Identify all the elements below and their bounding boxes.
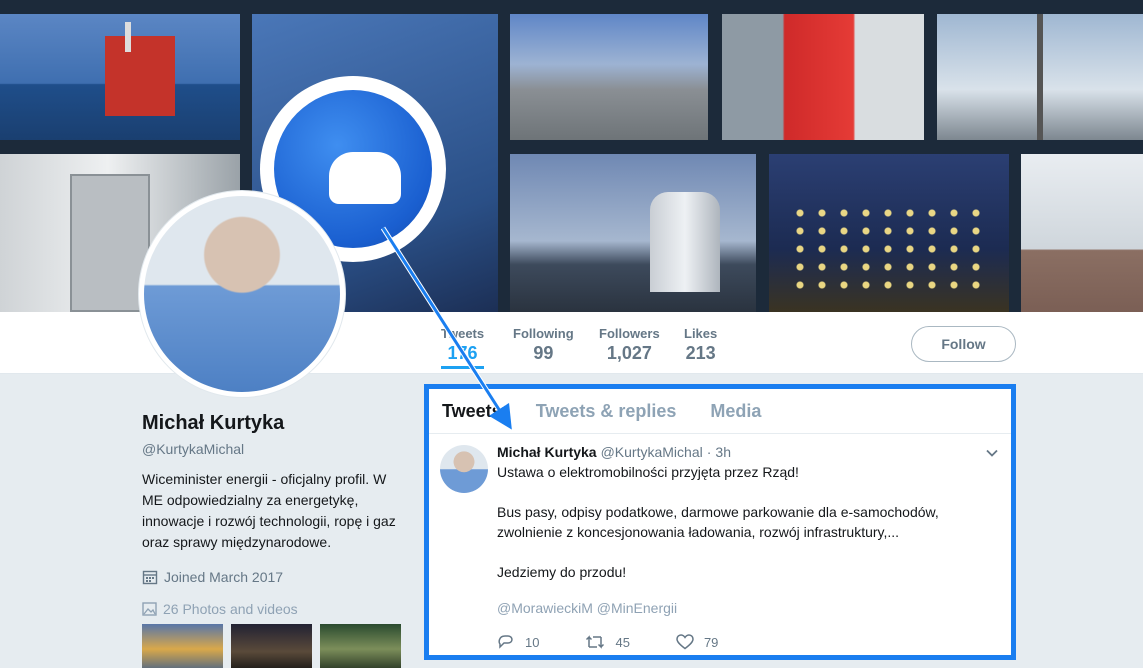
photo-thumbnail[interactable] [320, 624, 401, 668]
tweet-line: Ustawa o elektromobilności przyjęta prze… [497, 464, 799, 480]
header-photo-oil-rig [0, 14, 240, 140]
photo-thumbnail[interactable] [231, 624, 312, 668]
stat-followers[interactable]: Followers 1,027 [599, 326, 660, 364]
stat-value: 176 [447, 343, 478, 363]
joined-date: Joined March 2017 [142, 569, 412, 585]
profile-handle[interactable]: @KurtykaMichal [142, 441, 412, 457]
calendar-icon [142, 570, 158, 585]
tweet-line: Jedziemy do przodu! [497, 564, 627, 580]
stat-label: Followers [599, 326, 660, 341]
header-photo-power-plant [510, 154, 756, 312]
follow-button[interactable]: Follow [911, 326, 1016, 362]
header-photo-refinery [510, 14, 708, 140]
tweet-timestamp[interactable]: 3h [715, 444, 731, 460]
tweet-actions: 10 45 79 [497, 634, 1011, 650]
photo-icon [142, 602, 157, 616]
header-photo-pipeline [1021, 154, 1143, 312]
heart-icon [676, 634, 694, 650]
like-button[interactable]: 79 [676, 634, 718, 650]
tweet-avatar[interactable] [440, 445, 488, 493]
tweet-text: Ustawa o elektromobilności przyjęta prze… [497, 462, 1007, 582]
profile-card: Michał Kurtyka @KurtykaMichal Wiceminist… [142, 412, 412, 617]
photo-thumbnails [142, 624, 401, 668]
reply-button[interactable]: 10 [497, 634, 539, 650]
stat-value: 213 [685, 343, 716, 363]
stat-tweets[interactable]: Tweets 176 [441, 326, 485, 369]
reply-count: 10 [525, 634, 540, 650]
tweet-separator: · [706, 444, 712, 460]
tweet-header: Michał Kurtyka @KurtykaMichal · 3h [497, 444, 1011, 460]
profile-bio: Wiceminister energii - oficjalny profil.… [142, 471, 396, 550]
stat-following[interactable]: Following 99 [513, 326, 574, 364]
header-photo-plant-night [769, 154, 1009, 312]
tweet-timeline: Tweets Tweets & replies Media Michał Kur… [424, 384, 1016, 660]
tab-tweets[interactable]: Tweets [442, 401, 502, 422]
tweet-author-handle[interactable]: @KurtykaMichal [601, 444, 703, 460]
stat-value: 1,027 [606, 343, 652, 363]
tweet-line: Bus pasy, odpisy podatkowe, darmowe park… [497, 504, 939, 540]
stat-value: 99 [533, 343, 554, 363]
joined-text: Joined March 2017 [164, 569, 284, 585]
like-count: 79 [703, 634, 719, 650]
photos-link[interactable]: 26 Photos and videos [142, 601, 412, 617]
timeline-tabs: Tweets Tweets & replies Media [429, 389, 1011, 434]
retweet-button[interactable]: 45 [585, 634, 630, 650]
profile-avatar[interactable] [138, 190, 346, 398]
stat-label: Following [513, 326, 574, 341]
stat-likes[interactable]: Likes 213 [684, 326, 717, 364]
header-photo-charger [722, 14, 924, 140]
photo-thumbnail[interactable] [142, 624, 223, 668]
electric-car-icon [329, 152, 401, 204]
chevron-down-icon[interactable] [985, 446, 999, 460]
reply-icon [498, 635, 513, 649]
stat-label: Tweets [441, 326, 485, 341]
profile-name[interactable]: Michał Kurtyka [142, 412, 412, 435]
photos-count[interactable]: 26 Photos and videos [163, 601, 298, 617]
tweet-mentions[interactable]: @MorawieckiM @MinEnergii [497, 600, 1011, 616]
header-photo-lineman [937, 14, 1143, 140]
tweet-author-name[interactable]: Michał Kurtyka [497, 444, 597, 460]
retweet-count: 45 [615, 634, 630, 650]
stat-label: Likes [684, 326, 718, 341]
tweet[interactable]: Michał Kurtyka @KurtykaMichal · 3h Ustaw… [429, 434, 1011, 650]
tab-tweets-replies[interactable]: Tweets & replies [536, 401, 677, 422]
tab-media[interactable]: Media [710, 401, 761, 422]
retweet-icon [586, 635, 605, 649]
